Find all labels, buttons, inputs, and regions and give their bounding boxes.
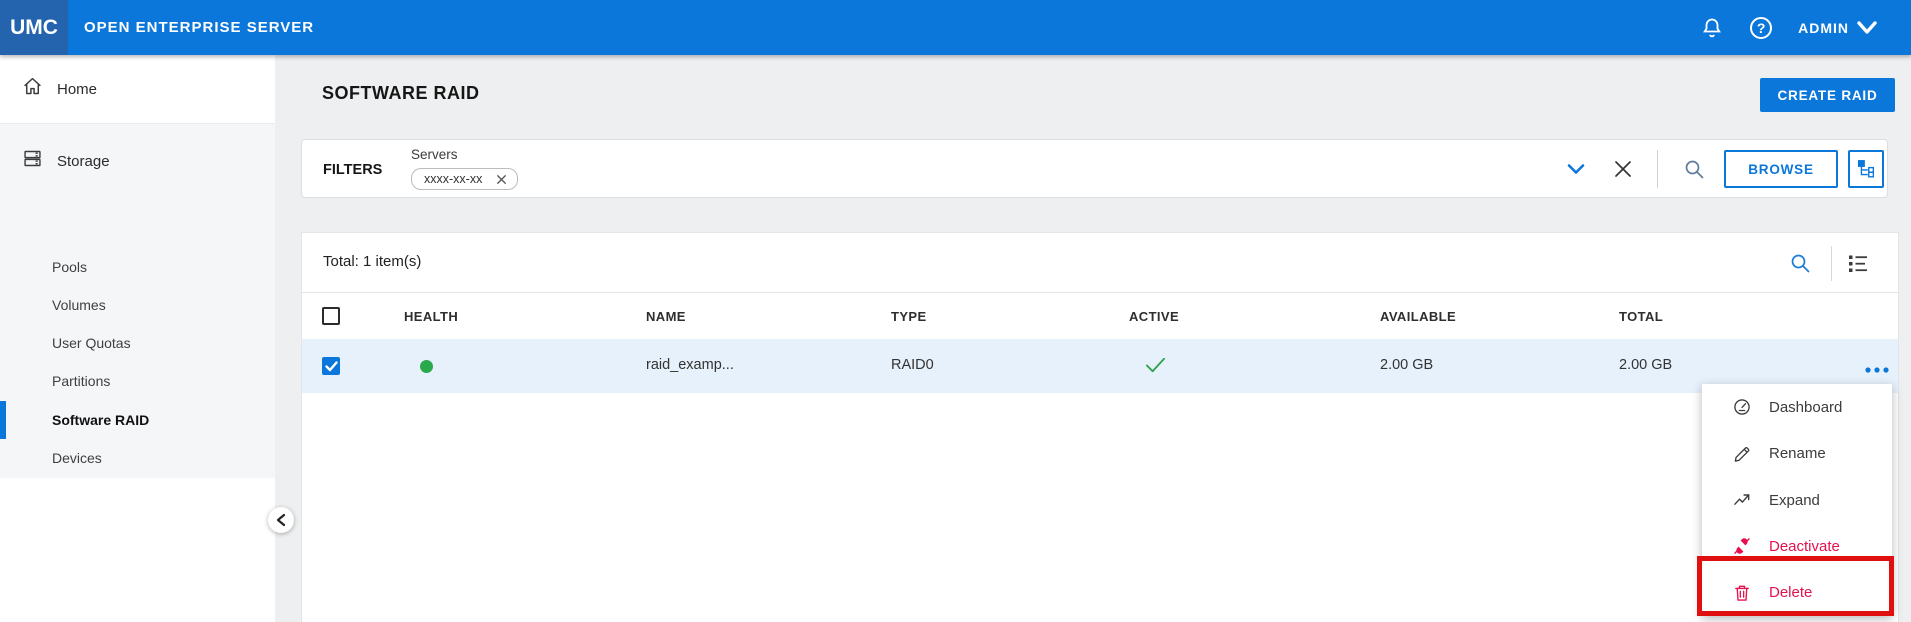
sidebar-item-devices[interactable]: Devices <box>0 439 275 477</box>
select-all-checkbox[interactable] <box>322 307 340 325</box>
sidebar-collapse-button[interactable] <box>268 507 294 533</box>
column-header-total: TOTAL <box>1619 309 1663 324</box>
menu-item-deactivate[interactable]: Deactivate <box>1702 523 1892 569</box>
product-title: OPEN ENTERPRISE SERVER <box>84 0 314 55</box>
filter-divider <box>1657 150 1658 188</box>
health-status-icon <box>420 360 433 373</box>
sidebar-item-partitions[interactable]: Partitions <box>0 362 275 400</box>
tree-view-button[interactable] <box>1848 150 1884 188</box>
browse-button[interactable]: BROWSE <box>1724 150 1838 188</box>
toolbar-divider <box>1831 246 1832 281</box>
create-raid-button[interactable]: CREATE RAID <box>1760 78 1895 112</box>
top-bar: UMC OPEN ENTERPRISE SERVER ? ADMIN <box>0 0 1911 55</box>
server-filter-chip[interactable]: xxxx-xx-xx <box>411 168 518 190</box>
trend-up-icon <box>1732 490 1752 510</box>
menu-item-rename[interactable]: Rename <box>1702 430 1892 476</box>
raid-name: raid_examp... <box>646 357 734 373</box>
page-title: SOFTWARE RAID <box>322 83 480 104</box>
column-header-type: TYPE <box>891 309 927 324</box>
active-check-icon <box>1145 356 1166 379</box>
column-header-available: AVAILABLE <box>1380 309 1456 324</box>
raid-total: 2.00 GB <box>1619 357 1672 373</box>
menu-item-label: Deactivate <box>1769 538 1840 555</box>
sidebar: Home Storage Pools <box>0 55 275 622</box>
sidebar-item-pools[interactable]: Pools <box>0 248 275 286</box>
app-root: UMC OPEN ENTERPRISE SERVER ? ADMIN <box>0 0 1911 622</box>
home-icon <box>22 76 43 102</box>
expand-filters-chevron-icon[interactable] <box>1564 157 1588 186</box>
topbar-actions: ? ADMIN <box>1700 0 1877 55</box>
menu-item-delete[interactable]: Delete <box>1702 570 1892 616</box>
check-icon <box>325 361 338 372</box>
sidebar-item-label: Storage <box>57 153 110 170</box>
menu-item-expand[interactable]: Expand <box>1702 477 1892 523</box>
table-search-icon[interactable] <box>1788 251 1812 280</box>
menu-item-label: Dashboard <box>1769 399 1842 416</box>
sidebar-item-software-raid[interactable]: Software RAID <box>0 401 275 439</box>
chevron-down-icon <box>1857 21 1877 35</box>
list-view-icon[interactable] <box>1846 251 1870 280</box>
row-more-actions-icon[interactable] <box>1864 361 1890 379</box>
hierarchy-tree-icon <box>1855 157 1877 181</box>
chevron-left-icon <box>276 513 286 527</box>
dashboard-gauge-icon <box>1732 397 1752 417</box>
notifications-bell-icon[interactable] <box>1700 16 1724 40</box>
total-count: Total: 1 item(s) <box>323 253 421 270</box>
server-filter-chip-value: xxxx-xx-xx <box>424 172 482 186</box>
sidebar-item-storage[interactable]: Storage <box>0 138 275 184</box>
trash-icon <box>1732 583 1752 603</box>
raid-table: Total: 1 item(s) <box>301 232 1899 622</box>
sidebar-item-volumes[interactable]: Volumes <box>0 286 275 324</box>
menu-item-label: Expand <box>1769 492 1820 509</box>
admin-user-menu[interactable]: ADMIN <box>1798 20 1877 36</box>
filter-search-icon[interactable] <box>1682 157 1706 186</box>
column-header-health: HEALTH <box>404 309 458 324</box>
table-toolbar: Total: 1 item(s) <box>302 233 1898 293</box>
raid-type: RAID0 <box>891 357 934 373</box>
sidebar-item-user-quotas[interactable]: User Quotas <box>0 324 275 362</box>
menu-item-dashboard[interactable]: Dashboard <box>1702 384 1892 430</box>
admin-label: ADMIN <box>1798 20 1849 36</box>
umc-logo: UMC <box>0 0 68 55</box>
row-actions-menu: Dashboard Rename Expand <box>1702 384 1892 616</box>
table-row[interactable]: raid_examp... RAID0 2.00 GB 2.00 GB <box>302 339 1898 393</box>
raid-available: 2.00 GB <box>1380 357 1433 373</box>
clear-filters-icon[interactable] <box>1611 157 1635 186</box>
help-icon[interactable]: ? <box>1750 17 1772 39</box>
filters-bar: FILTERS Servers xxxx-xx-xx <box>301 139 1888 198</box>
storage-icon <box>22 148 43 174</box>
column-header-active: ACTIVE <box>1129 309 1179 324</box>
menu-item-label: Delete <box>1769 584 1812 601</box>
sidebar-storage-section: Storage Pools Volumes User Quotas Partit… <box>0 124 275 478</box>
menu-item-label: Rename <box>1769 445 1826 462</box>
unplug-icon <box>1732 536 1752 556</box>
column-header-name: NAME <box>646 309 686 324</box>
row-checkbox[interactable] <box>322 357 340 375</box>
filters-label: FILTERS <box>323 162 382 178</box>
table-header-row: HEALTH NAME TYPE ACTIVE AVAILABLE TOTAL <box>302 293 1898 339</box>
sidebar-item-home[interactable]: Home <box>0 55 275 124</box>
main-content: SOFTWARE RAID CREATE RAID FILTERS Server… <box>275 55 1911 622</box>
servers-filter-label: Servers <box>411 147 458 162</box>
sidebar-item-label: Home <box>57 81 97 98</box>
pencil-icon <box>1732 444 1752 464</box>
remove-filter-icon[interactable] <box>496 174 507 185</box>
